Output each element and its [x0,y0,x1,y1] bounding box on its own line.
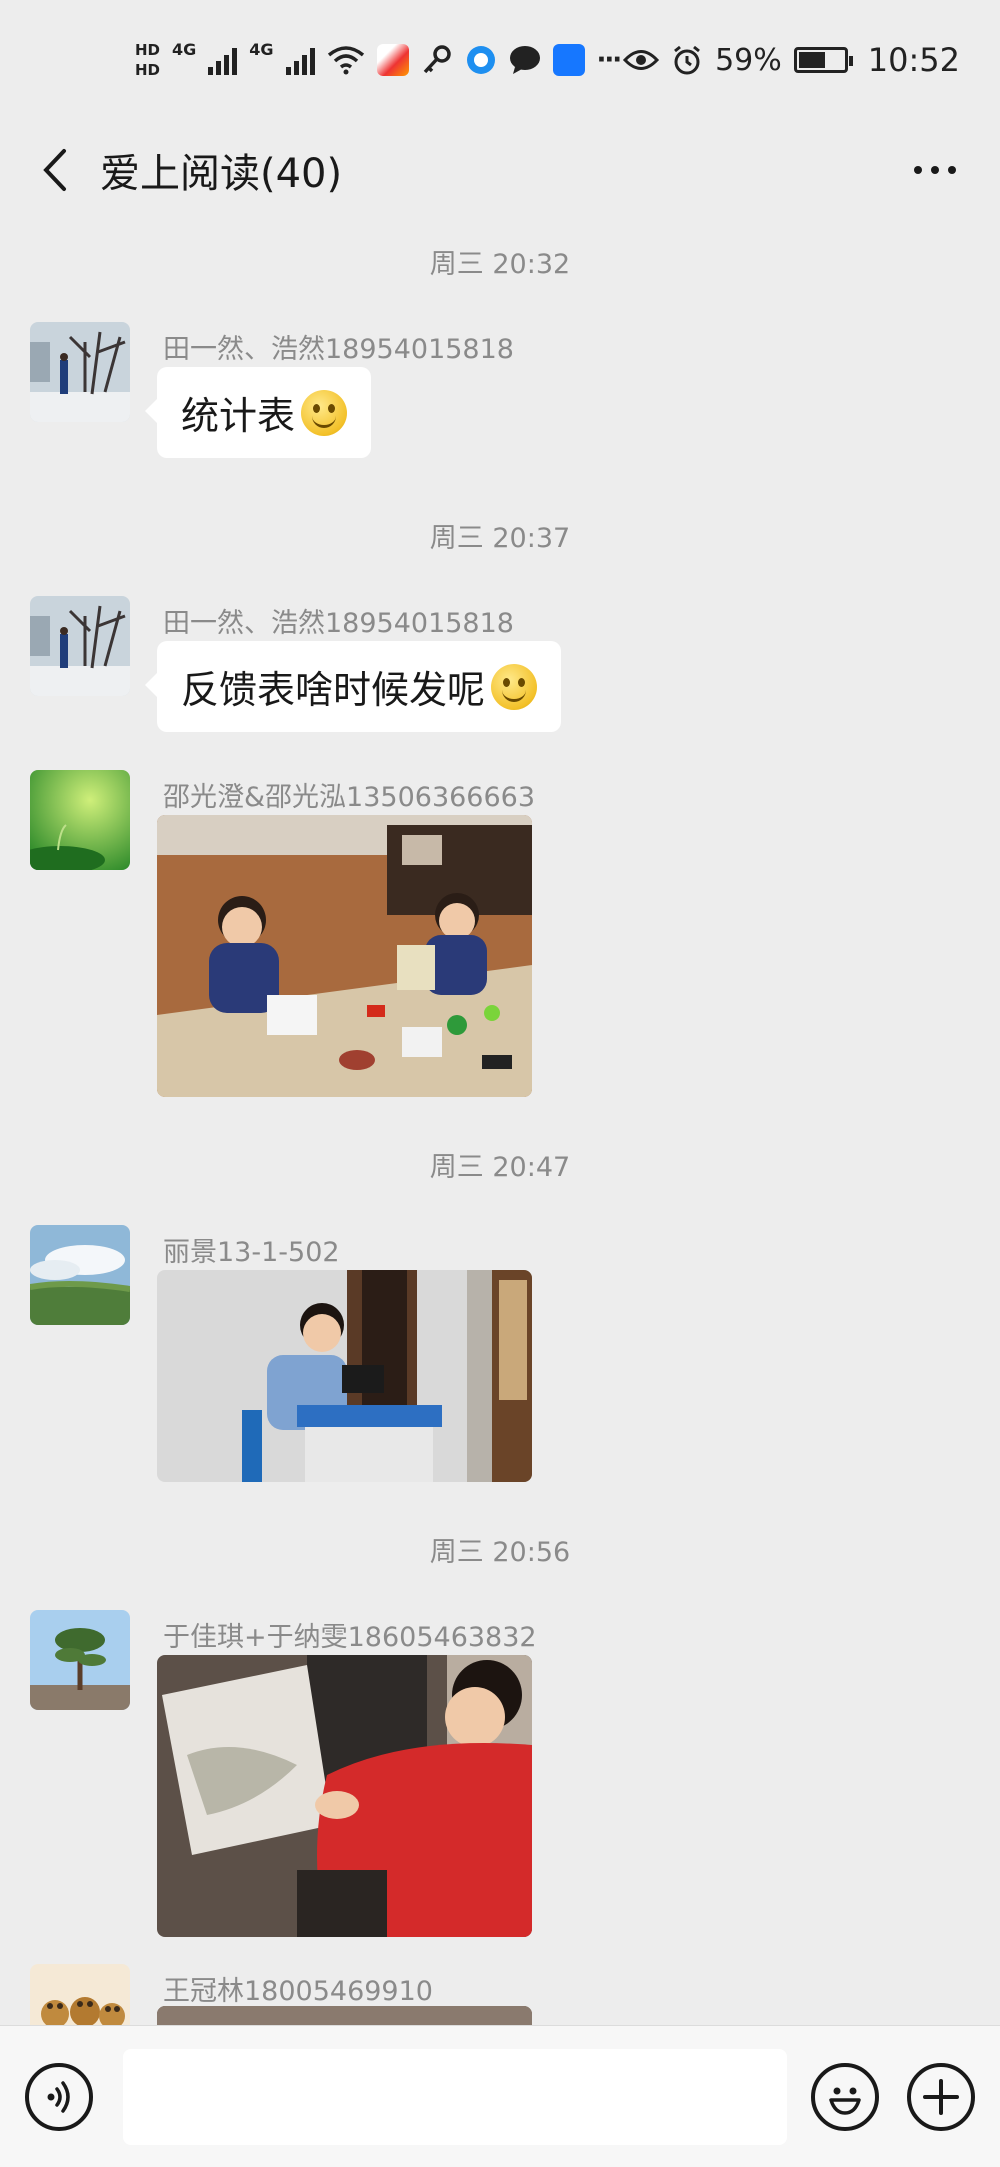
photo-partial [157,2006,532,2025]
chevron-left-icon [43,149,66,191]
dot-icon [948,166,956,174]
timestamp: 周三 20:32 [429,249,571,280]
message-bubble[interactable]: 反馈表啥时候发呢 [144,641,562,732]
status-bar: HD HD 4G 4G ··· 59% 10:52 [0,0,1000,120]
signal-icon [285,45,315,75]
avatar[interactable] [30,1225,130,1325]
input-bar [0,2025,1000,2167]
chat-header: 爱上阅读(40) [0,120,1000,220]
battery-icon [793,47,853,73]
photo-girl-reading [157,1655,532,1937]
smile-emoji-icon [491,663,538,710]
more-functions-button[interactable] [907,2062,975,2131]
hd-label-2: HD [135,61,161,79]
more-options-button[interactable] [900,140,970,200]
message-bubble[interactable]: 统计表 [144,367,372,458]
hd-icon: HD HD [135,40,160,80]
chat-message: 田一然、浩然18954015818 统计表 [30,322,970,472]
sender-name: 于佳琪+于纳雯18605463832 [163,1622,537,1653]
photo-boy-reading [157,1270,532,1482]
timestamp: 周三 20:47 [429,1152,571,1183]
avatar[interactable] [30,322,130,422]
sender-name: 王冠林18005469910 [163,1976,433,2007]
avatar-image [30,1225,130,1325]
network-type-2: 4G [249,40,274,59]
chat-message: 王冠林18005469910 [30,1964,970,2025]
app-notification-icon [376,44,409,76]
back-button[interactable] [30,140,80,200]
browser-icon [466,46,495,74]
avatar[interactable] [30,770,130,870]
message-photo[interactable] [157,1655,532,1937]
hd-label-1: HD [135,41,161,59]
signal-icon [208,45,238,75]
chat-message: 邵光澄&邵光泓13506366663 [30,770,970,1100]
voice-input-button[interactable] [25,2062,93,2131]
avatar-image [30,1964,130,2025]
message-input[interactable] [123,2048,787,2145]
sender-name: 田一然、浩然18954015818 [163,608,514,639]
chat-message: 田一然、浩然18954015818 反馈表啥时候发呢 [30,596,970,746]
message-photo[interactable] [157,815,532,1097]
avatar-image [30,322,130,422]
dot-icon [914,166,922,174]
alarm-icon [674,45,701,75]
dot-icon [931,166,939,174]
sender-name: 丽景13-1-502 [163,1237,340,1268]
timestamp: 周三 20:56 [429,1537,571,1568]
voice-icon [47,2080,70,2113]
plus-icon [923,2078,959,2115]
status-right: 59% 10:52 [623,41,960,79]
clock-time: 10:52 [867,41,960,79]
sender-name: 田一然、浩然18954015818 [163,334,514,365]
eye-icon [623,50,660,70]
message-photo[interactable] [157,1270,532,1482]
avatar-image [30,596,130,696]
avatar-image [30,770,130,870]
avatar[interactable] [30,596,130,696]
message-text: 统计表 [181,394,296,438]
avatar-image [30,1610,130,1710]
message-icon [509,46,540,74]
message-photo[interactable] [157,2006,532,2025]
key-icon [423,45,451,74]
smile-emoji-icon [301,389,348,436]
avatar[interactable] [30,1964,130,2025]
status-left: HD HD 4G 4G ··· [135,40,623,80]
emoji-button[interactable] [811,2062,879,2131]
chat-message: 丽景13-1-502 [30,1225,970,1490]
sender-name: 邵光澄&邵光泓13506366663 [163,782,536,813]
chat-message: 于佳琪+于纳雯18605463832 [30,1610,970,1940]
wifi-icon [327,46,364,75]
smiley-icon [829,2087,861,2115]
more-notifications-icon: ··· [596,45,623,75]
chat-title: 爱上阅读(40) [100,151,343,197]
message-text: 反馈表啥时候发呢 [181,668,486,712]
network-type-1: 4G [172,40,197,59]
timestamp: 周三 20:37 [429,523,571,554]
avatar[interactable] [30,1610,130,1710]
alipay-icon [552,44,585,76]
photo-kids-reading [157,815,532,1097]
battery-percent: 59% [715,42,782,78]
